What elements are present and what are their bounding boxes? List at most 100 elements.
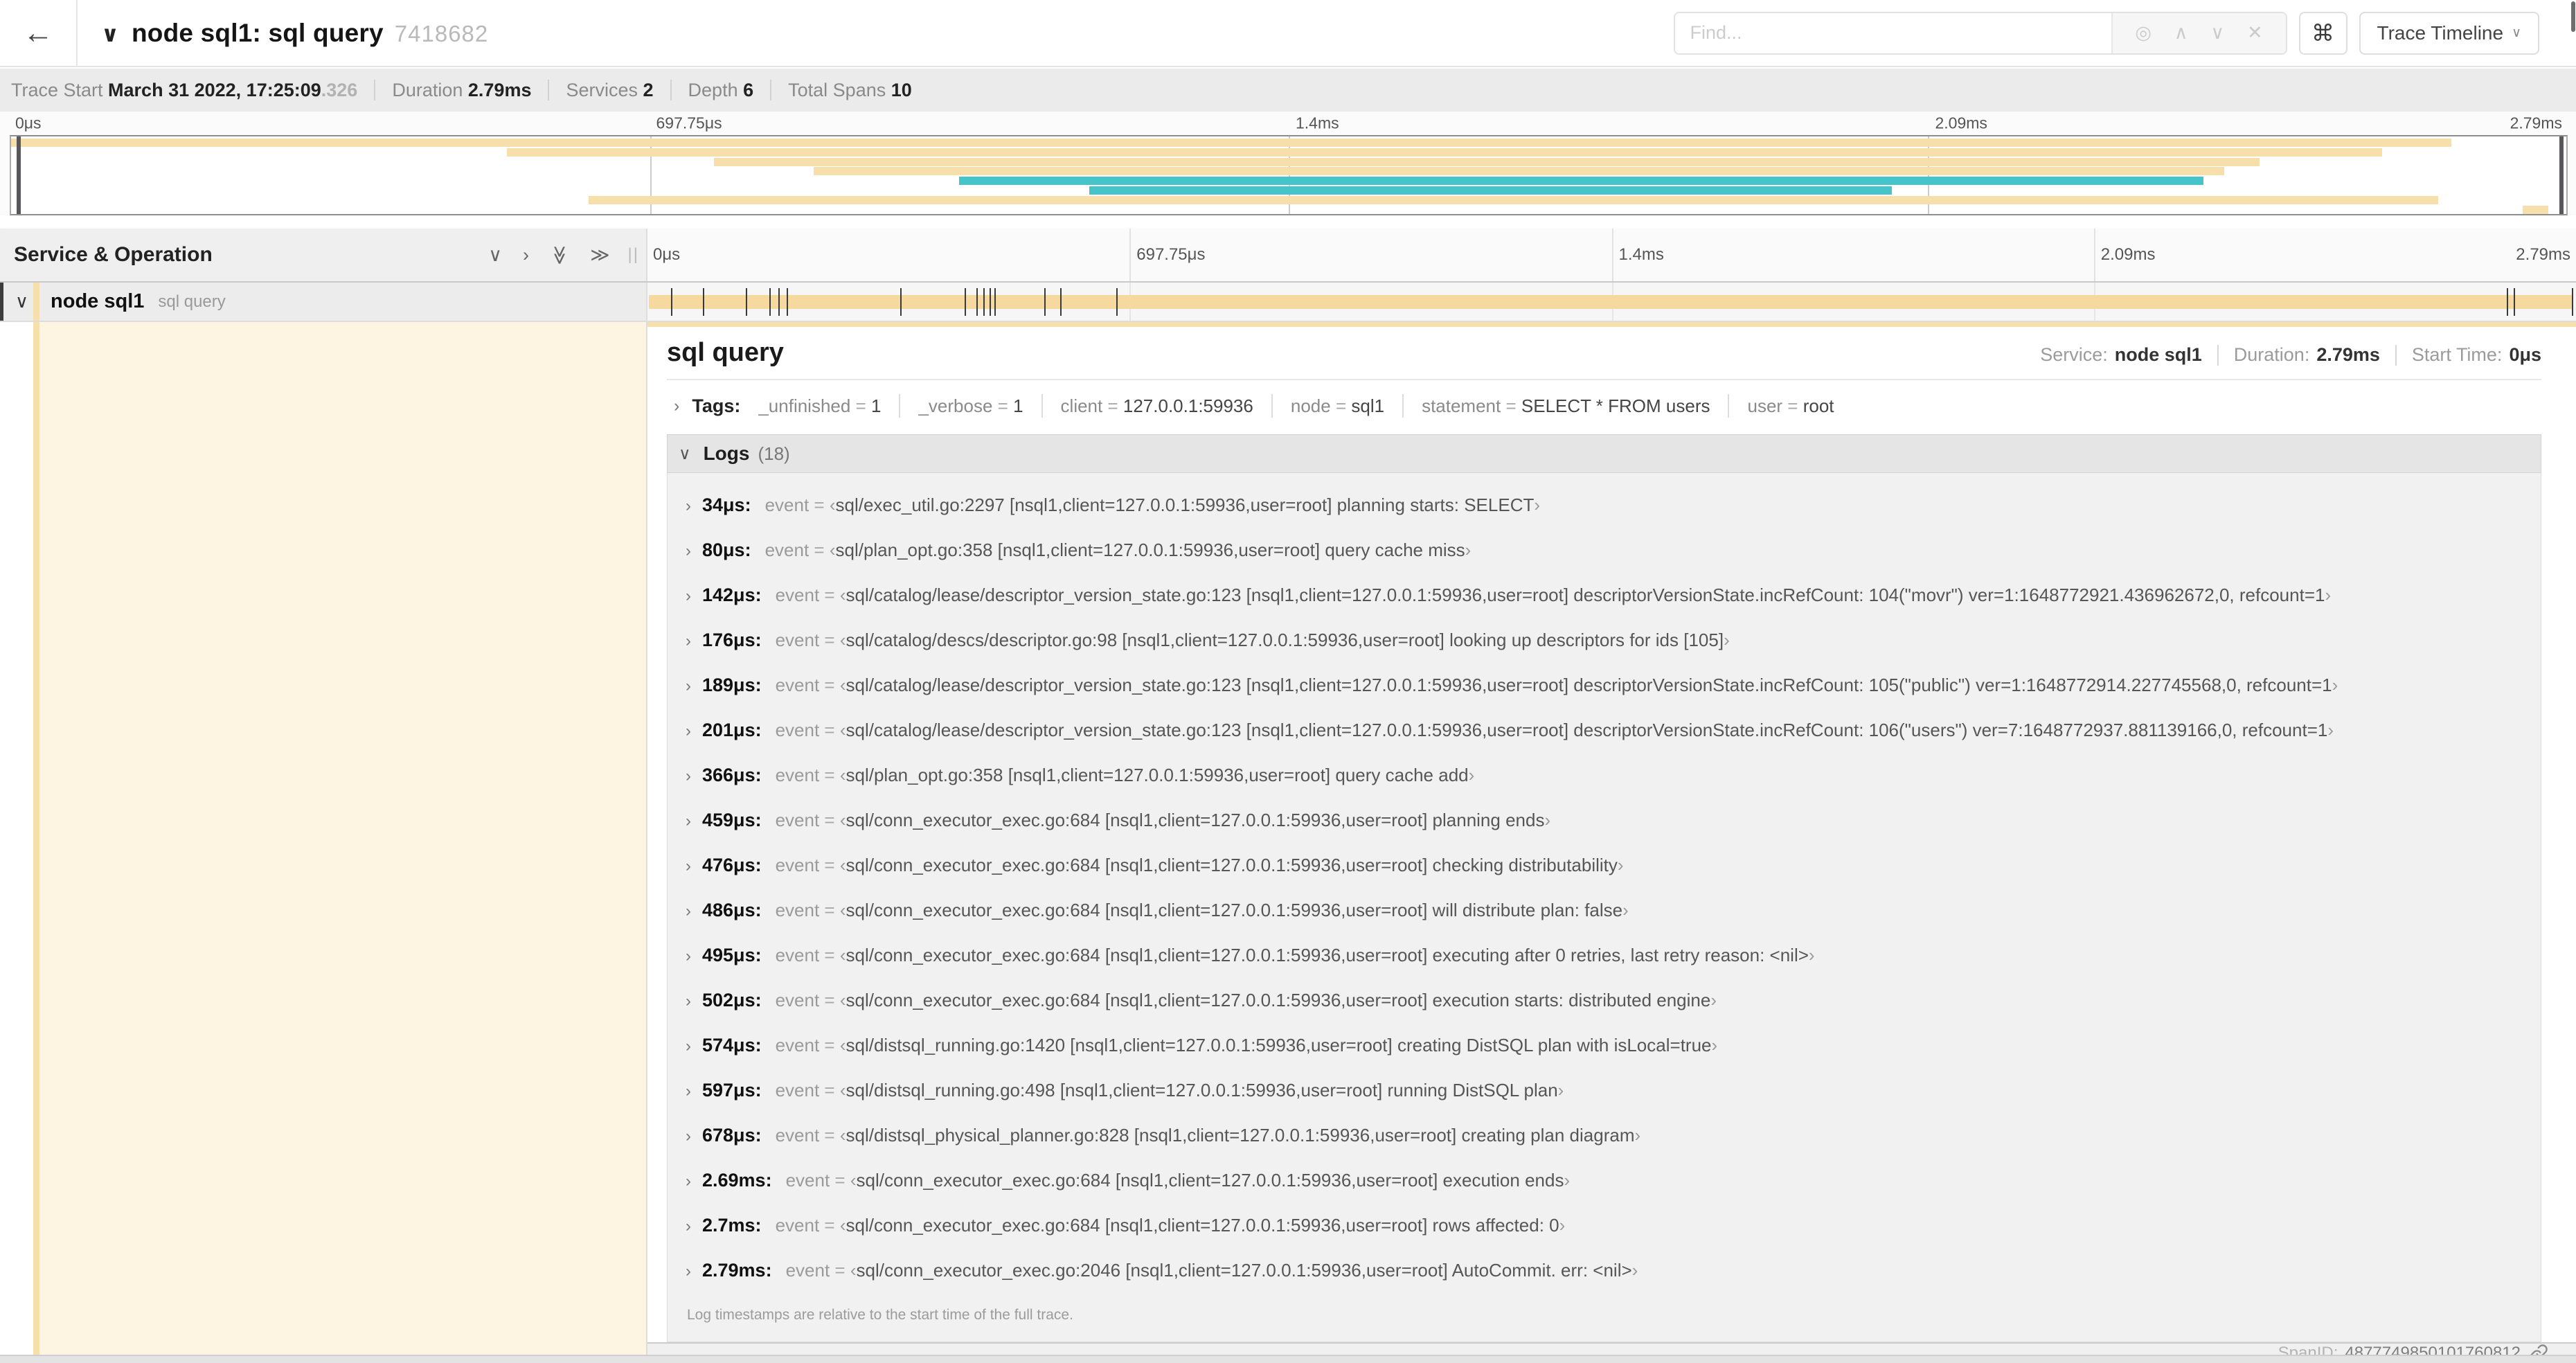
- separator: [1728, 394, 1730, 418]
- trace-collapse-chevron-icon[interactable]: ∨: [101, 21, 119, 47]
- keyboard-shortcuts-button[interactable]: ⌘: [2298, 11, 2347, 55]
- log-entry[interactable]: › 495μs: event = ‹sql/conn_executor_exec.g…: [686, 933, 2527, 978]
- ruler-tick-label: 1.4ms: [1618, 245, 1664, 264]
- summary-value: March 31 2022, 17:25:09: [108, 79, 321, 100]
- tag-item[interactable]: client = 127.0.0.1:59936: [1061, 395, 1253, 417]
- span-detail-column: sql query Service: node sql1 Duration: 2.79…: [646, 322, 2576, 1363]
- topbar: ← ∨ node sql1: sql query 7418682 ◎ ∧ ∨ ✕…: [0, 0, 2576, 67]
- log-entry[interactable]: › 2.69ms: event = ‹sql/conn_executor_exec.…: [686, 1158, 2527, 1203]
- log-message: event = ‹sql/conn_executor_exec.go:684 […: [776, 945, 1815, 966]
- spacer: [0, 215, 2576, 229]
- tag-key: _unfinished: [758, 395, 856, 416]
- expand-one-level-icon[interactable]: ∨: [488, 244, 502, 266]
- trace-timeline-page: ← ∨ node sql1: sql query 7418682 ◎ ∧ ∨ ✕…: [0, 0, 2576, 1363]
- tag-item[interactable]: _verbose = 1: [918, 395, 1023, 417]
- span-bar-cell[interactable]: [646, 283, 2576, 321]
- angle-bracket-close: ›: [1622, 900, 1629, 920]
- log-entry[interactable]: › 201μs: event = ‹sql/catalog/lease/descri…: [686, 708, 2527, 753]
- equals-sign: =: [1107, 395, 1123, 416]
- log-entry[interactable]: › 2.7ms: event = ‹sql/conn_executor_exec.g…: [686, 1203, 2527, 1248]
- log-entry[interactable]: › 476μs: event = ‹sql/conn_executor_exec.g…: [686, 843, 2527, 888]
- log-entry[interactable]: › 486μs: event = ‹sql/conn_executor_exec.g…: [686, 888, 2527, 933]
- log-message: event = ‹sql/catalog/lease/descriptor_ve…: [776, 675, 2338, 696]
- bottom-scrollbar-track[interactable]: [0, 1355, 2576, 1363]
- log-entry[interactable]: › 366μs: event = ‹sql/plan_opt.go:358 [nsq…: [686, 753, 2527, 798]
- minimap-canvas[interactable]: [10, 135, 2568, 215]
- log-marker-tick: [786, 287, 788, 316]
- span-color-bar: [33, 322, 39, 1363]
- angle-bracket-open: ‹: [839, 900, 846, 920]
- angle-bracket-open: ‹: [839, 810, 846, 830]
- log-marker-tick: [1044, 287, 1046, 316]
- ruler-tick-label: 1.4ms: [1296, 114, 1339, 132]
- log-field-key: event: [785, 1260, 835, 1281]
- minimap-span-bar: [506, 148, 2383, 157]
- log-entry[interactable]: › 2.79ms: event = ‹sql/conn_executor_exec.…: [686, 1248, 2527, 1293]
- summary-label: Duration: [392, 79, 468, 100]
- ruler-tick-label: 697.75μs: [656, 114, 722, 132]
- trace-view-dropdown[interactable]: Trace Timeline ∨: [2359, 11, 2539, 55]
- trace-view-label: Trace Timeline: [2377, 21, 2504, 44]
- tag-item[interactable]: statement = SELECT * FROM users: [1422, 395, 1710, 417]
- clear-search-icon[interactable]: ✕: [2247, 22, 2263, 44]
- collapse-one-level-icon[interactable]: ›: [523, 244, 529, 266]
- page-title: node sql1: sql query: [131, 18, 384, 47]
- log-field-value: sql/conn_executor_exec.go:684 [nsql1,cli…: [846, 810, 1545, 830]
- log-entry[interactable]: › 176μs: event = ‹sql/catalog/descs/descri…: [686, 618, 2527, 663]
- minimap-ruler: 0μs 697.75μs 1.4ms 2.09ms 2.79ms: [10, 112, 2568, 135]
- focus-match-icon[interactable]: ◎: [2135, 22, 2152, 44]
- angle-bracket-close: ›: [2325, 585, 2332, 605]
- log-entry[interactable]: › 597μs: event = ‹sql/distsql_running.go:4…: [686, 1068, 2527, 1113]
- tag-item[interactable]: node = sql1: [1291, 395, 1384, 417]
- separator: [670, 80, 672, 100]
- log-field-key: event: [775, 1125, 825, 1146]
- log-marker-tick: [2507, 287, 2509, 316]
- span-name-cell[interactable]: ∨ node sql1 sql query: [0, 283, 646, 321]
- meta-value: node sql1: [2114, 344, 2202, 365]
- tag-item[interactable]: _unfinished = 1: [758, 395, 881, 417]
- log-timestamp: 34μs:: [702, 495, 751, 515]
- find-input[interactable]: [1674, 12, 2111, 53]
- next-result-icon[interactable]: ∨: [2210, 22, 2224, 44]
- log-entry[interactable]: › 678μs: event = ‹sql/distsql_physical_pla…: [686, 1113, 2527, 1158]
- prev-result-icon[interactable]: ∧: [2174, 22, 2188, 44]
- log-entry[interactable]: › 574μs: event = ‹sql/distsql_running.go:1…: [686, 1023, 2527, 1068]
- span-row[interactable]: ∨ node sql1 sql query: [0, 283, 2576, 322]
- timeline-minimap[interactable]: 0μs 697.75μs 1.4ms 2.09ms 2.79ms: [0, 112, 2576, 215]
- log-marker-tick: [2514, 287, 2516, 316]
- chevron-down-icon[interactable]: ∨: [15, 291, 28, 312]
- log-message: event = ‹sql/exec_util.go:2297 [nsql1,cl…: [765, 495, 1540, 516]
- log-entry[interactable]: › 34μs: event = ‹sql/exec_util.go:2297 [ns…: [686, 483, 2527, 528]
- separator: [2217, 344, 2219, 366]
- summary-value: 2.79ms: [467, 79, 532, 100]
- back-button[interactable]: ←: [0, 0, 78, 66]
- vertical-scrollbar-thumb[interactable]: [2571, 1, 2575, 32]
- collapse-all-icon[interactable]: ≫: [590, 244, 609, 266]
- log-timestamp: 486μs:: [702, 900, 762, 920]
- expand-all-icon[interactable]: ≫: [549, 245, 571, 265]
- tag-item[interactable]: user = root: [1747, 395, 1834, 417]
- log-entry[interactable]: › 459μs: event = ‹sql/conn_executor_exec.g…: [686, 798, 2527, 843]
- logs-header[interactable]: ∨ Logs (18): [667, 434, 2541, 473]
- ruler-tick-label: 0μs: [653, 245, 681, 264]
- log-marker-tick: [976, 287, 978, 316]
- log-field-key: event: [775, 585, 825, 605]
- angle-bracket-close: ›: [1544, 810, 1551, 830]
- angle-bracket-open: ‹: [850, 1260, 857, 1281]
- log-field-value: sql/exec_util.go:2297 [nsql1,client=127.…: [835, 495, 1535, 515]
- log-entry[interactable]: › 502μs: event = ‹sql/conn_executor_exec.g…: [686, 978, 2527, 1023]
- minimap-scrubber-handle[interactable]: [2559, 136, 2564, 214]
- column-resize-handle[interactable]: ||: [628, 245, 639, 265]
- tags-row[interactable]: › Tags: _unfinished = 1 _verbose = 1 clien…: [667, 387, 2541, 425]
- log-entry[interactable]: › 80μs: event = ‹sql/plan_opt.go:358 [nsql…: [686, 528, 2527, 573]
- log-timestamp: 2.69ms:: [702, 1170, 772, 1191]
- log-entry[interactable]: › 142μs: event = ‹sql/catalog/lease/descri…: [686, 573, 2527, 618]
- minimap-span-bar: [11, 139, 2451, 147]
- topbar-actions: ◎ ∧ ∨ ✕ ⌘ Trace Timeline ∨: [1673, 11, 2576, 55]
- log-field-value: sql/plan_opt.go:358 [nsql1,client=127.0.…: [835, 540, 1465, 560]
- log-field-value: sql/conn_executor_exec.go:684 [nsql1,cli…: [846, 900, 1623, 920]
- minimap-scrubber-handle[interactable]: [17, 136, 21, 214]
- log-entry[interactable]: › 189μs: event = ‹sql/catalog/lease/descri…: [686, 663, 2527, 708]
- chevron-right-icon: ›: [686, 1082, 691, 1101]
- span-detail-header: sql query Service: node sql1 Duration: 2.79…: [667, 338, 2541, 368]
